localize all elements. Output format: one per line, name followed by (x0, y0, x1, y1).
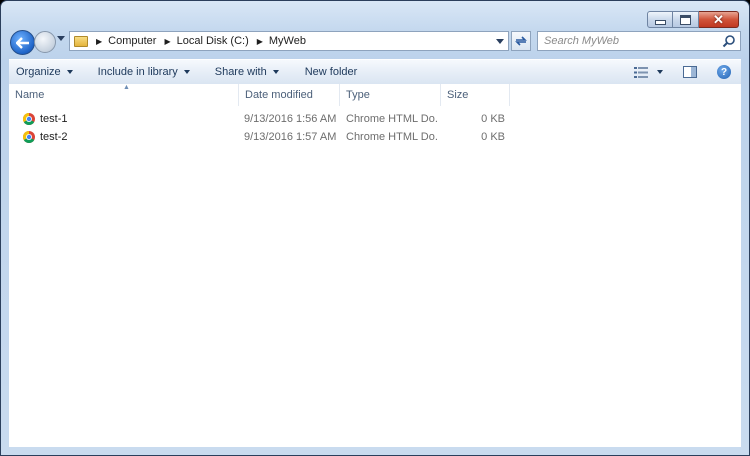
new-folder-label: New folder (304, 66, 358, 78)
chevron-down-icon (272, 70, 279, 74)
file-row-test-2[interactable]: test-2 9/13/2016 1:57 AM Chrome HTML Do.… (9, 128, 741, 146)
help-button[interactable]: ? (713, 61, 735, 83)
column-headers: Name ▲ Date modified Type Size (9, 84, 741, 106)
details-view-icon (634, 66, 648, 78)
refresh-icon (515, 36, 527, 46)
include-in-library-label: Include in library (97, 66, 178, 78)
sort-ascending-icon: ▲ (123, 84, 130, 91)
command-bar: Organize Include in library Share with N… (9, 59, 741, 85)
file-type: Chrome HTML Do... (346, 113, 438, 125)
column-header-size-label: Size (447, 89, 469, 101)
include-in-library-button[interactable]: Include in library (91, 61, 197, 83)
minimize-icon (654, 20, 666, 25)
column-header-name-label: Name (15, 89, 45, 101)
share-with-label: Share with (214, 66, 267, 78)
breadcrumb-arrow-icon[interactable]: ▶ (257, 37, 263, 46)
organize-button[interactable]: Organize (9, 61, 80, 83)
toolbar-right: ? (630, 61, 735, 83)
close-icon: ✕ (713, 12, 724, 27)
file-name-cell: test-1 (23, 110, 223, 128)
caption-buttons: ✕ (647, 11, 739, 28)
search-box[interactable] (537, 31, 741, 51)
column-header-name[interactable]: Name ▲ (9, 84, 239, 106)
forward-button[interactable] (34, 31, 56, 53)
breadcrumb-arrow-icon[interactable]: ▶ (164, 37, 170, 46)
change-view-button[interactable] (630, 61, 667, 83)
chevron-down-icon (66, 70, 73, 74)
file-name: test-1 (40, 113, 68, 125)
file-size: 0 KB (481, 131, 505, 143)
column-header-size[interactable]: Size (441, 84, 510, 106)
back-button[interactable] (10, 30, 35, 55)
breadcrumb-arrow-icon[interactable]: ▶ (96, 37, 102, 46)
recent-pages-dropdown[interactable] (57, 36, 65, 41)
breadcrumb-myweb[interactable]: MyWeb (269, 35, 306, 47)
preview-pane-button[interactable] (679, 61, 701, 83)
column-header-date-modified-label: Date modified (245, 89, 313, 101)
chrome-icon (23, 113, 35, 125)
folder-icon (74, 35, 88, 47)
address-bar[interactable]: ▶ Computer ▶ Local Disk (C:) ▶ MyWeb (69, 31, 509, 51)
file-name-cell: test-2 (23, 128, 223, 146)
close-button[interactable]: ✕ (699, 11, 739, 28)
help-icon: ? (717, 65, 731, 79)
search-icon[interactable] (722, 34, 736, 48)
file-date: 9/13/2016 1:57 AM (244, 131, 337, 143)
chevron-down-icon (183, 70, 190, 74)
column-header-type[interactable]: Type (340, 84, 441, 106)
file-name: test-2 (40, 131, 68, 143)
maximize-button[interactable] (673, 11, 699, 28)
file-list-pane: Name ▲ Date modified Type Size test-1 9/… (9, 84, 741, 447)
new-folder-button[interactable]: New folder (298, 61, 365, 83)
file-row-test-1[interactable]: test-1 9/13/2016 1:56 AM Chrome HTML Do.… (9, 110, 741, 128)
maximize-icon (680, 14, 691, 25)
preview-pane-icon (683, 66, 697, 78)
file-date: 9/13/2016 1:56 AM (244, 113, 337, 125)
column-header-type-label: Type (346, 89, 370, 101)
file-list: test-1 9/13/2016 1:56 AM Chrome HTML Do.… (9, 110, 741, 146)
chevron-down-icon (657, 70, 663, 74)
share-with-button[interactable]: Share with (208, 61, 286, 83)
address-dropdown-icon[interactable] (496, 39, 504, 44)
file-size: 0 KB (481, 113, 505, 125)
breadcrumb-local-disk[interactable]: Local Disk (C:) (177, 35, 249, 47)
file-type: Chrome HTML Do... (346, 131, 438, 143)
chrome-icon (23, 131, 35, 143)
search-input[interactable] (538, 32, 730, 50)
back-arrow-icon (15, 36, 29, 49)
column-header-date-modified[interactable]: Date modified (239, 84, 340, 106)
minimize-button[interactable] (647, 11, 673, 28)
navigation-bar: ▶ Computer ▶ Local Disk (C:) ▶ MyWeb (9, 28, 741, 56)
explorer-window: ✕ ▶ Computer ▶ Local Disk (C:) ▶ MyWeb S… (0, 0, 750, 456)
organize-label: Organize (16, 66, 61, 78)
refresh-button[interactable] (511, 31, 531, 51)
breadcrumb-computer[interactable]: Computer (108, 35, 156, 47)
